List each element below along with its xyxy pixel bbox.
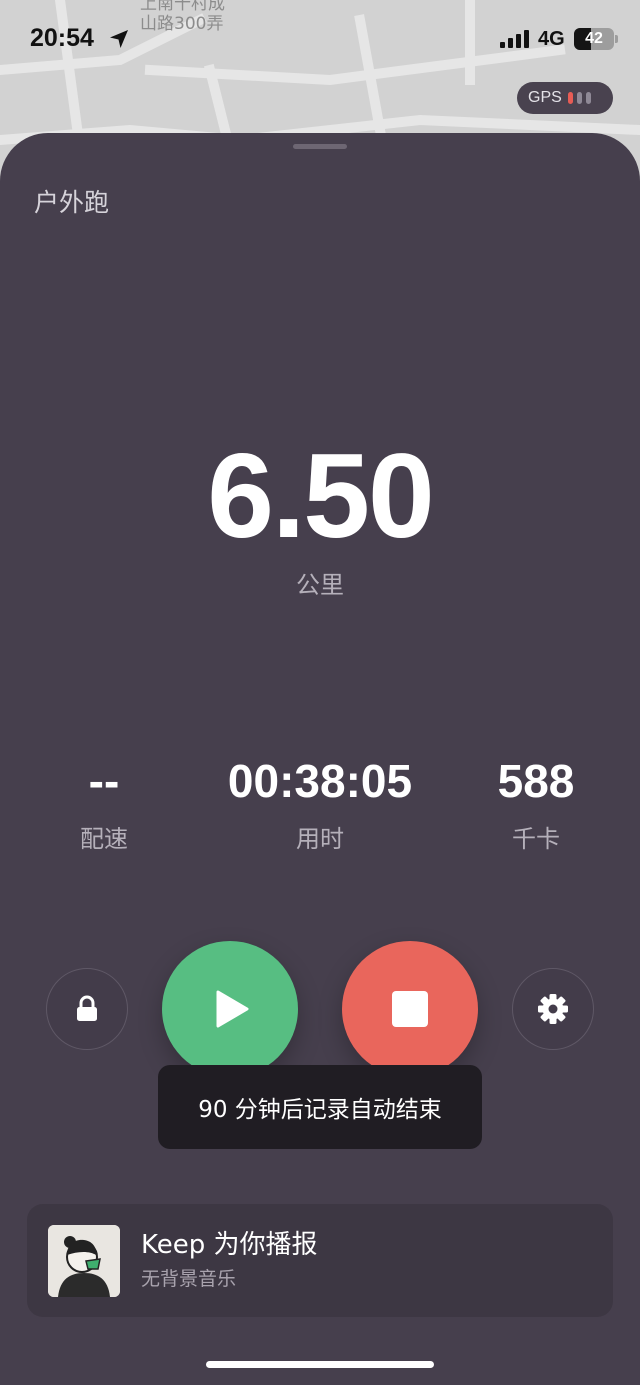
coach-avatar (48, 1225, 120, 1297)
location-arrow-icon (110, 30, 128, 48)
gps-signal-dot (585, 92, 591, 104)
distance-value: 6.50 (207, 429, 435, 563)
pace-value: -- (88, 755, 120, 807)
coach-avatar-illustration (48, 1225, 120, 1297)
cellular-signal-icon (500, 30, 529, 48)
stat-pace: -- 配速 (0, 753, 214, 854)
battery-icon: 42 (574, 28, 614, 50)
sheet-drag-handle[interactable] (293, 144, 347, 149)
battery-cap (615, 35, 618, 43)
stat-calories: 588 千卡 (426, 753, 640, 854)
voice-broadcast-card[interactable]: Keep 为你播报 无背景音乐 (27, 1204, 613, 1317)
status-time: 20:54 (30, 24, 94, 52)
broadcast-subtitle: 无背景音乐 (141, 1268, 237, 1290)
status-bar: 20:54 4G 42 (0, 0, 640, 80)
lock-button[interactable] (46, 968, 128, 1050)
broadcast-title: Keep 为你播报 (141, 1230, 318, 1260)
settings-button[interactable] (512, 968, 594, 1050)
lock-icon (77, 995, 97, 1021)
duration-value: 00:38:05 (227, 755, 413, 807)
stat-duration: 00:38:05 用时 (210, 753, 430, 854)
gps-label: GPS (528, 89, 562, 106)
home-indicator[interactable] (206, 1361, 434, 1368)
gps-signal-dot (567, 92, 573, 104)
network-type: 4G (538, 28, 565, 50)
battery-level-text: 42 (585, 30, 603, 47)
play-icon (216, 990, 249, 1028)
distance-unit: 公里 (296, 571, 344, 599)
resume-button[interactable] (162, 941, 298, 1077)
gps-signal-dot (576, 92, 582, 104)
gps-status-pill[interactable]: GPS (517, 82, 613, 114)
pace-label: 配速 (80, 825, 128, 853)
gear-icon (538, 994, 568, 1024)
stop-icon (392, 991, 428, 1027)
auto-end-toast: 90 分钟后记录自动结束 (158, 1065, 482, 1149)
sport-type-title: 户外跑 (34, 188, 110, 217)
calories-label: 千卡 (512, 825, 560, 853)
workout-sheet: 户外跑 6.50 公里 -- 配速 00:38:05 用时 588 千卡 90 … (0, 133, 640, 1385)
calories-value: 588 (497, 755, 575, 807)
stop-button[interactable] (342, 941, 478, 1077)
duration-label: 用时 (296, 825, 344, 853)
